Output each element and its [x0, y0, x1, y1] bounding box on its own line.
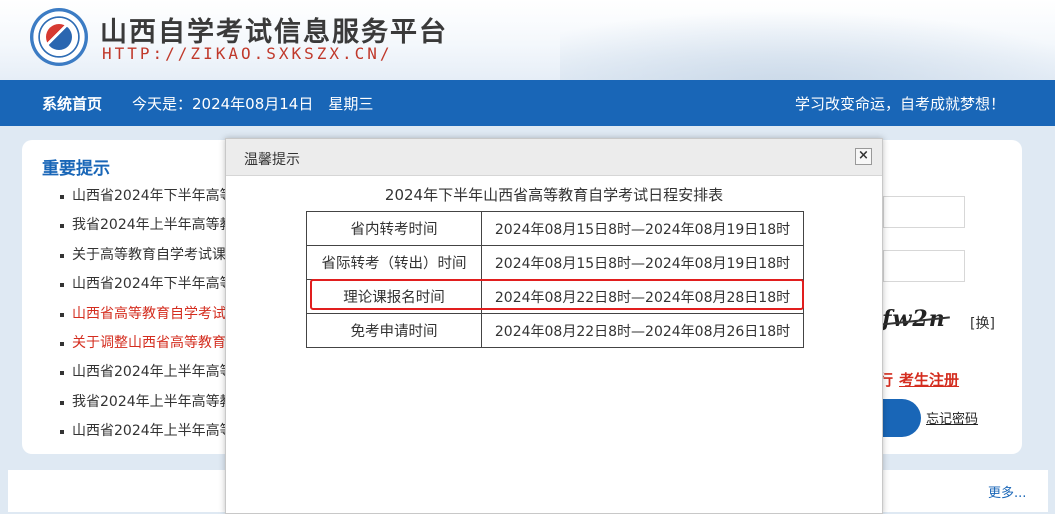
table-row: 省际转考（转出）时间 2024年08月15日8时—2024年08月19日18时 [306, 245, 804, 280]
nav-home-link[interactable]: 系统首页 [42, 93, 102, 114]
table-row: 免考申请时间 2024年08月22日8时—2024年08月26日18时 [306, 313, 804, 348]
notice-item[interactable]: 山西省2024年下半年高等 [22, 182, 232, 211]
captcha-refresh-link[interactable]: [换] [970, 313, 995, 333]
captcha-image: fw2n [880, 306, 950, 332]
forgot-password-link[interactable]: 忘记密码 [926, 408, 978, 427]
row-time: 2024年08月22日8时—2024年08月26日18时 [481, 313, 804, 348]
table-row: 省内转考时间 2024年08月15日8时—2024年08月19日18时 [306, 211, 804, 246]
row-label: 省际转考（转出）时间 [306, 245, 482, 280]
schedule-caption: 2024年下半年山西省高等教育自学考试日程安排表 [384, 186, 724, 204]
site-header: 山西自学考试信息服务平台 HTTP://ZIKAO.SXKSZX.CN/ [0, 0, 1055, 80]
notice-item[interactable]: 关于调整山西省高等教育 [22, 329, 232, 358]
login-button[interactable] [878, 399, 921, 437]
notice-item[interactable]: 我省2024年上半年高等教 [22, 211, 232, 240]
site-url: HTTP://ZIKAO.SXKSZX.CN/ [102, 44, 393, 63]
notice-modal: 温馨提示 × 2024年下半年山西省高等教育自学考试日程安排表 省内转考时间 2… [225, 138, 883, 514]
register-link[interactable]: 考生注册 [899, 371, 959, 389]
login-panel: fw2n [换] 行考生注册 忘记密码 [878, 140, 1022, 454]
notice-item[interactable]: 我省2024年上半年高等教 [22, 388, 232, 417]
notice-item[interactable]: 山西省2024年下半年高等 [22, 270, 232, 299]
row-time: 2024年08月15日8时—2024年08月19日18时 [481, 245, 804, 280]
close-icon[interactable]: × [855, 148, 872, 165]
notice-item[interactable]: 山西省2024年上半年高等 [22, 417, 232, 446]
schedule-table: 省内转考时间 2024年08月15日8时—2024年08月19日18时 省际转考… [306, 211, 804, 348]
modal-title: 温馨提示 [244, 152, 300, 168]
notice-item[interactable]: 山西省2024年上半年高等 [22, 358, 232, 387]
row-time: 2024年08月22日8时—2024年08月28日18时 [481, 279, 804, 314]
notice-item[interactable]: 山西省高等教育自学考试 [22, 300, 232, 329]
notice-panel: 重要提示 山西省2024年下半年高等 我省2024年上半年高等教 关于高等教育自… [22, 140, 232, 454]
login-links: 行考生注册 [878, 369, 959, 390]
more-link[interactable]: 更多... [988, 482, 1026, 501]
nav-bar: 系统首页 今天是：2024年08月14日 星期三 学习改变命运，自考成就梦想！ [0, 80, 1055, 126]
username-input[interactable] [883, 196, 965, 228]
modal-titlebar[interactable]: 温馨提示 × [226, 139, 882, 176]
current-date: 今天是：2024年08月14日 星期三 [132, 95, 374, 113]
row-label: 省内转考时间 [306, 211, 482, 246]
password-input[interactable] [883, 250, 965, 282]
notice-item[interactable]: 关于高等教育自学考试课 [22, 241, 232, 270]
table-row: 理论课报名时间 2024年08月22日8时—2024年08月28日18时 [306, 279, 804, 314]
site-logo-icon[interactable] [30, 8, 88, 66]
mountain-backdrop [560, 10, 1055, 80]
row-label: 免考申请时间 [306, 313, 482, 348]
row-label: 理论课报名时间 [306, 279, 482, 314]
slogan: 学习改变命运，自考成就梦想！ [794, 95, 1005, 113]
row-time: 2024年08月15日8时—2024年08月19日18时 [481, 211, 804, 246]
notice-heading: 重要提示 [42, 159, 110, 179]
notice-list: 山西省2024年下半年高等 我省2024年上半年高等教 关于高等教育自学考试课 … [22, 182, 232, 447]
